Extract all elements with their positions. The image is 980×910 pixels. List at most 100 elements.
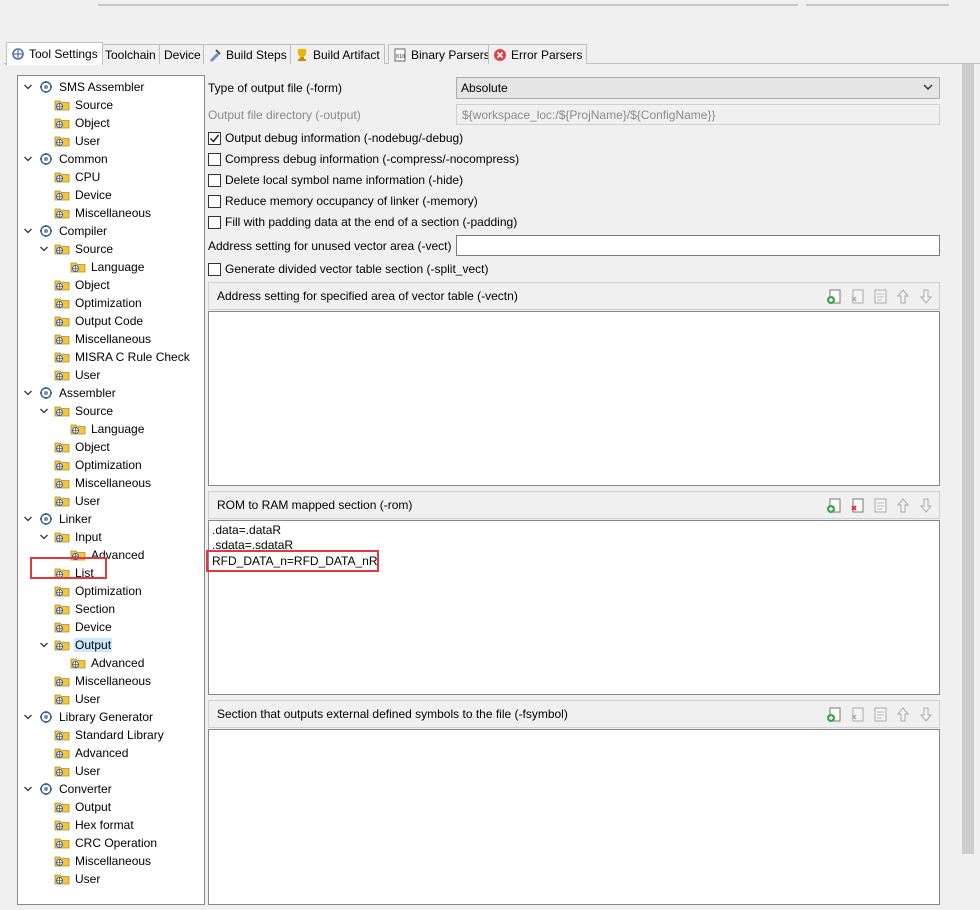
tree-item[interactable]: Assembler: [22, 384, 117, 402]
edit-icon[interactable]: [872, 497, 889, 514]
tree-item[interactable]: Device: [38, 618, 113, 636]
list-item[interactable]: .data=.dataR: [212, 523, 281, 538]
edit-icon[interactable]: [872, 706, 889, 723]
add-icon[interactable]: [826, 288, 843, 305]
vectn-toolbar: [826, 288, 935, 305]
checkbox-split-vect[interactable]: Generate divided vector table section (-…: [208, 260, 488, 278]
tree-item[interactable]: Miscellaneous: [38, 330, 152, 348]
tree-item[interactable]: Miscellaneous: [38, 204, 152, 222]
tab-build-artifact[interactable]: Build Artifact: [290, 44, 385, 64]
tree-item[interactable]: User: [38, 492, 101, 510]
checkbox-debug-info[interactable]: Output debug information (-nodebug/-debu…: [208, 129, 463, 147]
tree-item[interactable]: Advanced: [38, 744, 129, 762]
scrollbar-thumb[interactable]: [962, 64, 974, 854]
tree-item[interactable]: Hex format: [38, 816, 135, 834]
vect-input[interactable]: [456, 235, 940, 256]
tree-item[interactable]: Standard Library: [38, 726, 165, 744]
tree-item[interactable]: Language: [54, 258, 145, 276]
chevron-down-icon[interactable]: [22, 513, 34, 525]
tree-item[interactable]: SMS Assembler: [22, 78, 145, 96]
tree-item[interactable]: User: [38, 366, 101, 384]
tree-item[interactable]: Source: [38, 402, 114, 420]
tree-item-label: Library Generator: [59, 710, 154, 724]
tree-item[interactable]: Miscellaneous: [38, 474, 152, 492]
chevron-down-icon[interactable]: [38, 405, 50, 417]
tree-item[interactable]: CRC Operation: [38, 834, 158, 852]
tree-item[interactable]: Source: [38, 96, 114, 114]
tree-item[interactable]: Library Generator: [22, 708, 154, 726]
checkbox[interactable]: [208, 262, 221, 276]
chevron-down-icon[interactable]: [38, 639, 50, 651]
tree-item[interactable]: Device: [38, 186, 113, 204]
tab-tool-settings[interactable]: Tool Settings: [6, 42, 103, 65]
tree-item[interactable]: Output: [38, 798, 112, 816]
tree-item[interactable]: Optimization: [38, 582, 143, 600]
tree-item[interactable]: Optimization: [38, 456, 143, 474]
fsymbol-list[interactable]: [208, 729, 940, 905]
add-icon[interactable]: [826, 497, 843, 514]
tab-build-steps[interactable]: Build Steps: [203, 44, 292, 64]
checkbox-padding[interactable]: Fill with padding data at the end of a s…: [208, 213, 517, 231]
tree-item[interactable]: Optimization: [38, 294, 143, 312]
tree-item[interactable]: MISRA C Rule Check: [38, 348, 191, 366]
chevron-down-icon[interactable]: [22, 387, 34, 399]
tab-toolchain[interactable]: Toolchain: [100, 44, 161, 64]
tree-item[interactable]: Common: [22, 150, 109, 168]
settings-tree[interactable]: SMS Assembler Source Object User Common CPU De…: [17, 75, 205, 905]
chevron-down-icon[interactable]: [22, 225, 34, 237]
tree-item[interactable]: Input: [38, 528, 103, 546]
edit-icon[interactable]: [872, 288, 889, 305]
checkbox-memory[interactable]: Reduce memory occupancy of linker (-memo…: [208, 192, 478, 210]
move-down-icon[interactable]: [918, 497, 935, 514]
chevron-down-icon[interactable]: [38, 243, 50, 255]
tree-item[interactable]: Language: [54, 420, 145, 438]
tree-item[interactable]: Object: [38, 438, 111, 456]
rom-list[interactable]: .data=.dataR .sdata=.sdataR RFD_DATA_n=R…: [208, 520, 940, 695]
tree-item[interactable]: Object: [38, 114, 111, 132]
delete-icon[interactable]: [849, 288, 866, 305]
chevron-down-icon[interactable]: [22, 81, 34, 93]
add-icon[interactable]: [826, 706, 843, 723]
vectn-list[interactable]: [208, 311, 940, 486]
vertical-scrollbar[interactable]: [960, 64, 976, 854]
tree-item[interactable]: User: [38, 132, 101, 150]
tree-item[interactable]: Output: [38, 636, 113, 654]
tree-item[interactable]: Output Code: [38, 312, 144, 330]
checkbox-hide[interactable]: Delete local symbol name information (-h…: [208, 171, 463, 189]
tree-item[interactable]: Miscellaneous: [38, 672, 152, 690]
tree-item[interactable]: Object: [38, 276, 111, 294]
tree-item[interactable]: Source: [38, 240, 114, 258]
tab-binary-parsers[interactable]: 010 Binary Parsers: [388, 44, 495, 64]
chevron-down-icon[interactable]: [22, 153, 34, 165]
move-up-icon[interactable]: [895, 497, 912, 514]
move-up-icon[interactable]: [895, 706, 912, 723]
tree-item[interactable]: User: [38, 762, 101, 780]
checkbox[interactable]: [208, 215, 221, 229]
move-down-icon[interactable]: [918, 288, 935, 305]
tree-item[interactable]: User: [38, 870, 101, 888]
delete-icon[interactable]: [849, 497, 866, 514]
tree-item[interactable]: Miscellaneous: [38, 852, 152, 870]
checkbox[interactable]: [208, 194, 221, 208]
tree-item[interactable]: Linker: [22, 510, 93, 528]
chevron-down-icon[interactable]: [22, 783, 34, 795]
checkbox[interactable]: [208, 131, 221, 145]
chevron-down-icon[interactable]: [22, 711, 34, 723]
output-type-select[interactable]: Absolute: [456, 77, 940, 99]
tab-device[interactable]: Device: [159, 44, 206, 64]
delete-icon[interactable]: [849, 706, 866, 723]
checkbox[interactable]: [208, 173, 221, 187]
chevron-down-icon[interactable]: [38, 531, 50, 543]
checkbox-compress-debug[interactable]: Compress debug information (-compress/-n…: [208, 150, 519, 168]
tree-item[interactable]: CPU: [38, 168, 101, 186]
tab-error-parsers[interactable]: Error Parsers: [488, 44, 588, 64]
settings-folder-icon: [54, 98, 70, 112]
tree-item[interactable]: Compiler: [22, 222, 108, 240]
checkbox[interactable]: [208, 152, 221, 166]
tree-item[interactable]: User: [38, 690, 101, 708]
move-down-icon[interactable]: [918, 706, 935, 723]
tree-item[interactable]: Advanced: [54, 654, 145, 672]
move-up-icon[interactable]: [895, 288, 912, 305]
tree-item[interactable]: Converter: [22, 780, 113, 798]
tree-item[interactable]: Section: [38, 600, 116, 618]
